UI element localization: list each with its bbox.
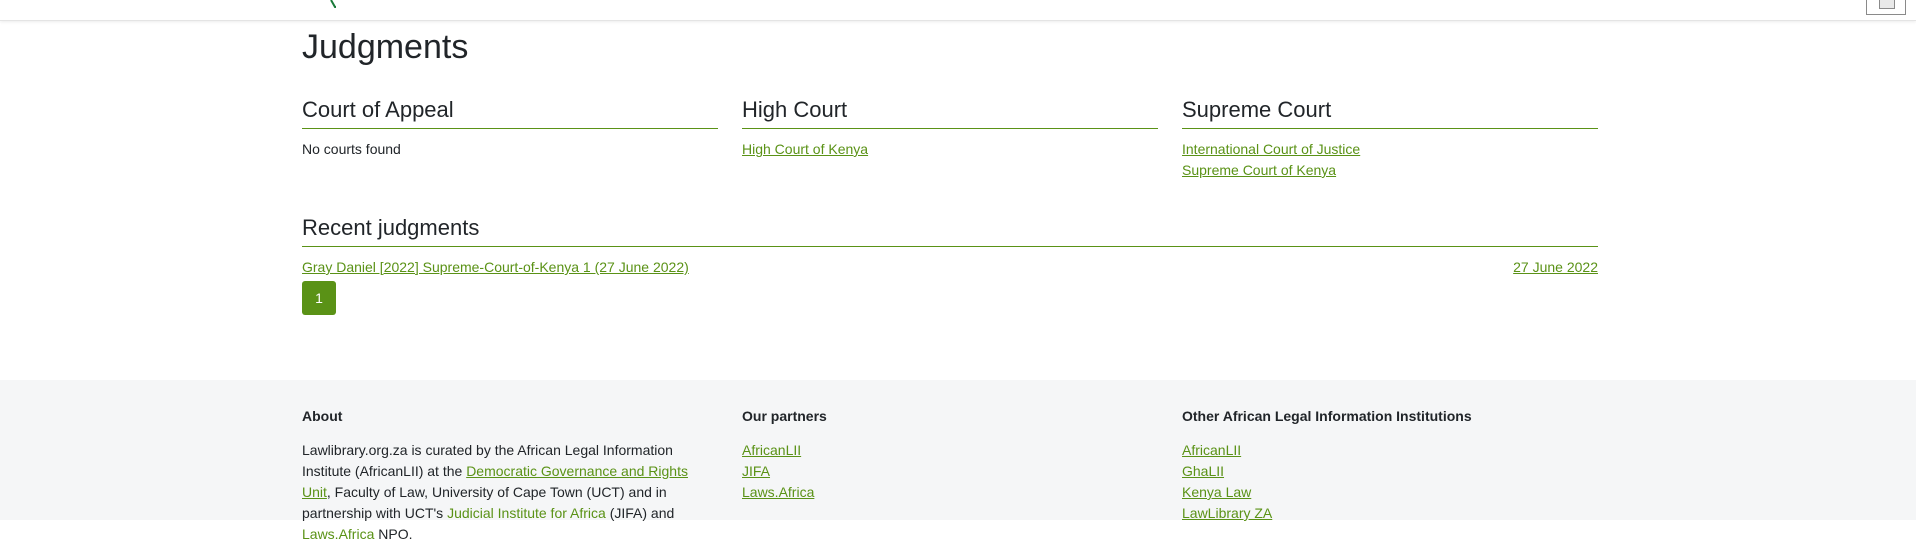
supreme-court-heading: Supreme Court bbox=[1182, 96, 1598, 129]
footer-partners: Our partners AfricanLII JIFA Laws.Africa bbox=[742, 406, 1158, 503]
lii-link-africanlii[interactable]: AfricanLII bbox=[1182, 440, 1598, 461]
court-of-appeal-heading: Court of Appeal bbox=[302, 96, 718, 129]
footer-about: About Lawlibrary.org.za is curated by th… bbox=[302, 406, 718, 545]
supreme-court-of-kenya-link[interactable]: Supreme Court of Kenya bbox=[1182, 160, 1598, 181]
recent-judgments-section: Recent judgments Gray Daniel [2022] Supr… bbox=[302, 214, 1598, 277]
judgment-date-link[interactable]: 27 June 2022 bbox=[1513, 257, 1598, 277]
top-navbar bbox=[0, 0, 1916, 21]
jifa-link[interactable]: Judicial Institute for Africa bbox=[447, 505, 606, 521]
footer-other-heading: Other African Legal Information Institut… bbox=[1182, 408, 1472, 424]
list-item: Gray Daniel [2022] Supreme-Court-of-Keny… bbox=[302, 257, 1598, 277]
partner-link-laws-africa[interactable]: Laws.Africa bbox=[742, 482, 1158, 503]
lii-link-lawlibrary-za[interactable]: LawLibrary ZA bbox=[1182, 503, 1598, 524]
recent-judgments-heading: Recent judgments bbox=[302, 214, 1598, 247]
about-text-part: NPO. bbox=[374, 526, 413, 542]
international-court-of-justice-link[interactable]: International Court of Justice bbox=[1182, 139, 1598, 160]
high-court-section: High Court High Court of Kenya bbox=[742, 96, 1158, 160]
supreme-court-section: Supreme Court International Court of Jus… bbox=[1182, 96, 1598, 181]
no-courts-text: No courts found bbox=[302, 141, 401, 157]
pagination-page-1-button[interactable]: 1 bbox=[302, 281, 336, 315]
footer: About Lawlibrary.org.za is curated by th… bbox=[0, 380, 1916, 542]
page-title: Judgments bbox=[302, 28, 469, 66]
site-logo[interactable] bbox=[330, 0, 344, 8]
court-of-appeal-section: Court of Appeal No courts found bbox=[302, 96, 718, 160]
laws-africa-link[interactable]: Laws.Africa bbox=[302, 526, 374, 542]
lii-link-kenya-law[interactable]: Kenya Law bbox=[1182, 482, 1598, 503]
footer-other-liis: Other African Legal Information Institut… bbox=[1182, 406, 1598, 524]
footer-about-text: Lawlibrary.org.za is curated by the Afri… bbox=[302, 440, 718, 545]
high-court-heading: High Court bbox=[742, 96, 1158, 129]
menu-toggle-button[interactable] bbox=[1866, 0, 1906, 15]
footer-partners-heading: Our partners bbox=[742, 408, 827, 424]
partner-link-africanlii[interactable]: AfricanLII bbox=[742, 440, 1158, 461]
judgment-title-link[interactable]: Gray Daniel [2022] Supreme-Court-of-Keny… bbox=[302, 257, 689, 277]
high-court-of-kenya-link[interactable]: High Court of Kenya bbox=[742, 139, 1158, 160]
window-icon bbox=[1879, 0, 1895, 9]
about-text-part: (JIFA) and bbox=[605, 505, 675, 521]
footer-about-heading: About bbox=[302, 408, 343, 424]
partner-link-jifa[interactable]: JIFA bbox=[742, 461, 1158, 482]
lii-link-ghalii[interactable]: GhaLII bbox=[1182, 461, 1598, 482]
